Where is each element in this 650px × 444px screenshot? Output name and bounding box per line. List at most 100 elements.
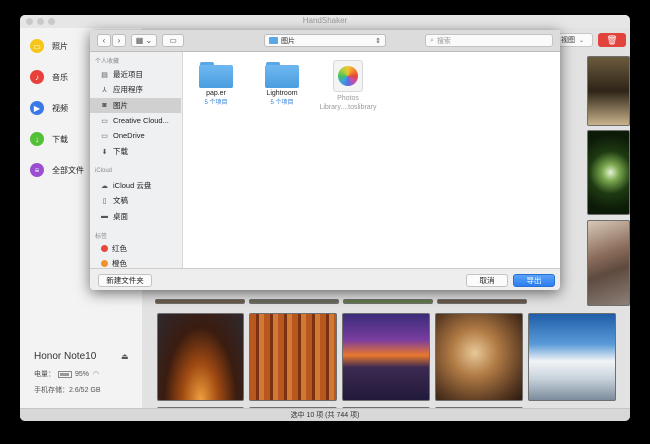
downloads-icon: ⬇ [101,148,108,156]
folder-plus-icon: ▭ [169,36,177,45]
sidebar-item-label: 红色 [112,244,127,253]
wifi-icon: ◠ [93,371,100,378]
export-dialog: ‹ › ▦ ⌄ ▭ 图片 ⇕ ⌕ 搜索 个人收藏 ▤ 最近项目 ⅄ 应用程序 ◙… [90,30,560,290]
file-name: pap.er [206,90,226,97]
photo-thumbnail[interactable] [435,313,523,401]
photo-thumbnail[interactable] [437,299,527,304]
sidebar-item-recent[interactable]: ▤ 最近项目 [90,67,181,82]
back-button[interactable]: ‹ [97,34,111,47]
path-select[interactable]: 图片 ⇕ [264,34,386,47]
file-name: Lightroom [266,90,298,97]
document-icon: ▯ [102,197,107,205]
chevron-down-icon: ⌄ [579,37,585,44]
battery-info: 电量： 95% ◠ [34,369,99,379]
sidebar-item-photos[interactable]: ▭ 照片 [30,37,68,55]
icloud-heading: iCloud [95,168,113,174]
music-icon: ♪ [30,70,44,84]
window-title: HandShaker [302,16,348,25]
recent-icon: ▤ [101,71,108,79]
sidebar-item-documents[interactable]: ▯ 文稿 [90,193,181,208]
updown-icon: ⇕ [375,37,381,45]
camera-icon: ◙ [102,102,107,109]
photo-thumbnail[interactable] [587,130,630,215]
desktop-icon: ▬ [101,213,108,220]
photos-icon: ▭ [30,39,44,53]
sidebar-item-pictures[interactable]: ◙ 图片 [90,98,181,113]
tag-dot-icon [101,245,108,252]
photos-library-icon [333,60,363,92]
path-label: 图片 [281,37,295,45]
new-folder-button[interactable]: 新建文件夹 [98,274,152,287]
photo-thumbnail[interactable] [249,299,339,304]
cancel-button[interactable]: 取消 [466,274,508,287]
sidebar-item-label: 桌面 [113,212,128,221]
search-icon: ⌕ [430,36,434,44]
sidebar-item-label: 全部文件 [52,165,84,175]
folder-icon [198,60,234,88]
sidebar-item-video[interactable]: ▶ 视频 [30,99,68,117]
sidebar-item-downloads[interactable]: ⬇ 下载 [90,144,181,159]
dialog-footer: 新建文件夹 取消 导出 [90,268,560,290]
battery-value: 95% [75,370,90,378]
folder-icon [264,60,300,88]
file-item: Photos Library....toslibrary [318,60,378,112]
view-select-label: 视图 [561,37,575,44]
sidebar-item-onedrive[interactable]: ▭ OneDrive [90,128,181,143]
sidebar-item-desktop[interactable]: ▬ 桌面 [90,209,181,224]
sidebar-item-all-files[interactable]: ≡ 全部文件 [30,161,84,179]
sidebar-item-label: 应用程序 [113,85,143,94]
delete-button[interactable]: 🗑 [598,33,626,47]
tag-dot-icon [101,260,108,267]
view-select[interactable]: 视图 ⌄ [557,33,593,47]
file-name: Photos Library....toslibrary [319,95,377,111]
sidebar-item-tag-red[interactable]: 红色 [90,241,181,256]
view-mode-button[interactable]: ▦ ⌄ [131,34,157,47]
sidebar-item-download[interactable]: ↓ 下载 [30,130,68,148]
photo-thumbnail[interactable] [249,313,337,401]
download-icon: ↓ [30,132,44,146]
sidebar-item-label: 下载 [113,147,128,156]
sidebar-item-music[interactable]: ♪ 音乐 [30,68,68,86]
dialog-sidebar: 个人收藏 ▤ 最近项目 ⅄ 应用程序 ◙ 图片 ▭ Creative Cloud… [90,52,183,268]
applications-icon: ⅄ [102,86,107,94]
sidebar-item-label: 图片 [113,101,128,110]
photo-thumbnail[interactable] [157,313,244,401]
chevron-left-icon: ‹ [102,36,106,45]
sidebar-item-icloud-drive[interactable]: ☁ iCloud 云盘 [90,178,181,193]
folder-icon: ▭ [101,132,108,140]
photo-thumbnail[interactable] [343,299,433,304]
file-item[interactable]: pap.er 5 个项目 [188,60,244,106]
sidebar-item-label: 下载 [52,134,68,144]
photo-thumbnail[interactable] [155,299,245,304]
sidebar-item-label: iCloud 云盘 [113,181,152,190]
files-icon: ≡ [30,163,44,177]
chevron-right-icon: › [117,36,121,45]
battery-icon [58,370,72,378]
trash-icon: 🗑 [606,34,618,45]
dialog-toolbar: ‹ › ▦ ⌄ ▭ 图片 ⇕ ⌕ 搜索 [90,30,560,52]
sidebar-item-label: Creative Cloud... [113,116,169,125]
battery-label: 电量： [34,371,55,378]
photo-thumbnail[interactable] [587,220,630,306]
sidebar-item-label: 视频 [52,103,68,113]
photo-thumbnail[interactable] [342,313,430,401]
sidebar-item-label: 最近项目 [113,70,143,79]
new-folder-toolbar-button[interactable]: ▭ [162,34,184,47]
device-name: Honor Note10 [34,351,97,362]
title-bar: HandShaker [20,15,630,28]
eject-icon[interactable]: ⏏ [121,352,129,361]
search-placeholder: 搜索 [436,37,451,45]
photo-thumbnail[interactable] [587,56,630,126]
sidebar-item-label: OneDrive [113,131,145,140]
search-field[interactable]: ⌕ 搜索 [425,34,553,47]
export-button[interactable]: 导出 [513,274,555,287]
file-item[interactable]: Lightroom 5 个项目 [254,60,310,106]
forward-button[interactable]: › [112,34,126,47]
folder-icon [269,37,278,44]
photo-thumbnail[interactable] [528,313,616,401]
sidebar-item-applications[interactable]: ⅄ 应用程序 [90,82,181,97]
tags-heading: 标签 [95,234,108,240]
sidebar-item-creative-cloud[interactable]: ▭ Creative Cloud... [90,113,181,128]
file-count: 5 个项目 [270,100,294,106]
grid-view-icon: ▦ ⌄ [135,36,153,45]
